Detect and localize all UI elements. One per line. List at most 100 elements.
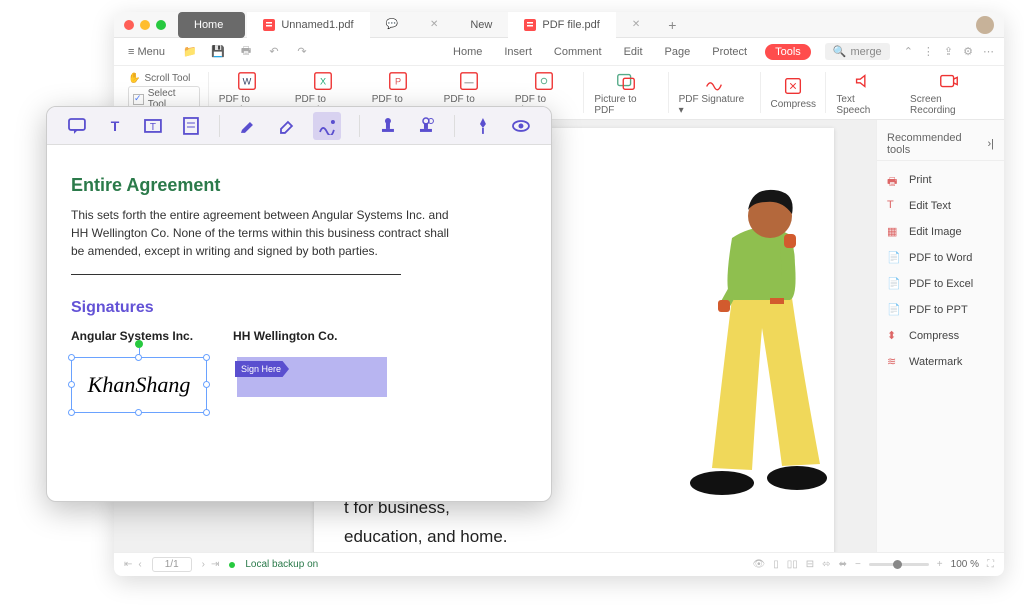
view-facing-icon[interactable]: ▯▯ bbox=[787, 559, 798, 570]
note-tool-icon[interactable] bbox=[181, 116, 201, 136]
fullscreen-icon[interactable]: ⛶ bbox=[987, 559, 994, 570]
minimize-window-button[interactable] bbox=[140, 20, 150, 30]
rotate-handle[interactable] bbox=[135, 340, 143, 348]
menu-comment[interactable]: Comment bbox=[550, 44, 606, 60]
next-page-icon[interactable]: › bbox=[202, 559, 205, 570]
side-watermark[interactable]: ≋Watermark bbox=[877, 349, 1004, 375]
eye-icon[interactable]: 👁 bbox=[753, 559, 766, 570]
side-edit-image[interactable]: ▦Edit Image bbox=[877, 219, 1004, 245]
side-print[interactable]: 🖶Print bbox=[877, 167, 1004, 193]
menu-page[interactable]: Page bbox=[661, 44, 695, 60]
picture-to-pdf-button[interactable]: Picture to PDF bbox=[584, 66, 667, 119]
gear-icon[interactable]: ⚙ bbox=[963, 45, 973, 58]
menu-home[interactable]: Home bbox=[449, 44, 486, 60]
signature-tool-icon[interactable] bbox=[313, 112, 341, 140]
svg-text:P: P bbox=[395, 76, 401, 86]
tab-doc2-close[interactable]: ✕ bbox=[616, 12, 656, 38]
more-icon[interactable]: ⋮ bbox=[923, 45, 934, 58]
print-icon: 🖶 bbox=[887, 173, 901, 187]
view-single-icon[interactable]: ▯ bbox=[773, 559, 779, 570]
resize-handle-s[interactable] bbox=[135, 409, 142, 416]
save-icon[interactable]: 💾 bbox=[211, 45, 225, 59]
fit-width-icon[interactable]: ⬄ bbox=[822, 559, 830, 570]
menu-edit[interactable]: Edit bbox=[620, 44, 647, 60]
side-edit-text[interactable]: TEdit Text bbox=[877, 193, 1004, 219]
menu-protect[interactable]: Protect bbox=[708, 44, 751, 60]
close-icon: ✕ bbox=[632, 19, 640, 30]
resize-handle-se[interactable] bbox=[203, 409, 210, 416]
close-window-button[interactable] bbox=[124, 20, 134, 30]
resize-handle-n[interactable] bbox=[135, 354, 142, 361]
overflow-icon[interactable]: ⋯ bbox=[983, 45, 994, 58]
redo-icon[interactable]: ↷ bbox=[295, 45, 309, 59]
new-tab-button[interactable]: + bbox=[656, 17, 688, 33]
compress-button[interactable]: Compress bbox=[761, 66, 825, 119]
menu-insert[interactable]: Insert bbox=[500, 44, 536, 60]
share-icon[interactable]: ⇪ bbox=[944, 45, 953, 58]
menu-tools[interactable]: Tools bbox=[765, 44, 811, 60]
tab-home[interactable]: Home bbox=[178, 12, 245, 38]
pdf-signature-button[interactable]: PDF Signature ▾ bbox=[669, 66, 760, 119]
collapse-panel-icon[interactable]: ›| bbox=[987, 138, 994, 150]
print-icon[interactable]: 🖶 bbox=[239, 45, 253, 59]
fit-page-icon[interactable]: ⬌ bbox=[839, 559, 847, 570]
excel-icon: X bbox=[312, 70, 334, 92]
tab-doc1[interactable]: Unnamed1.pdf bbox=[247, 12, 369, 38]
screen-recording-button[interactable]: Screen Recording bbox=[900, 66, 998, 119]
side-panel-header: Recommended tools ›| bbox=[877, 128, 1004, 161]
open-icon[interactable]: 📁 bbox=[183, 45, 197, 59]
signatures-heading: Signatures bbox=[71, 299, 527, 317]
tab-doc1-comment[interactable]: 💬 bbox=[370, 12, 414, 38]
highlighter-tool-icon[interactable] bbox=[238, 116, 258, 136]
hand-icon: ✋ bbox=[128, 73, 140, 84]
contract-document: Entire Agreement This sets forth the ent… bbox=[47, 145, 551, 501]
page-indicator[interactable]: 1/1 bbox=[152, 557, 192, 572]
comment-icon: 💬 bbox=[386, 19, 398, 30]
menu-bar: ≡ Menu 📁 💾 🖶 ↶ ↷ Home Insert Comment Edi… bbox=[114, 38, 1004, 66]
text-tool-icon[interactable]: T bbox=[105, 116, 125, 136]
menu-button[interactable]: ≡ Menu bbox=[124, 44, 169, 60]
comment-tool-icon[interactable] bbox=[67, 116, 87, 136]
tab-doc2[interactable]: PDF file.pdf bbox=[508, 12, 615, 38]
resize-handle-w[interactable] bbox=[68, 381, 75, 388]
annotation-window: T T Entire Agreement This sets forth the… bbox=[46, 106, 552, 502]
side-pdf-excel[interactable]: 📄PDF to Excel bbox=[877, 271, 1004, 297]
view-cont-icon[interactable]: ⊟ bbox=[806, 559, 814, 570]
word-icon: 📄 bbox=[887, 251, 901, 265]
resize-handle-ne[interactable] bbox=[203, 354, 210, 361]
text-speech-button[interactable]: Text Speech bbox=[826, 66, 900, 119]
maximize-window-button[interactable] bbox=[156, 20, 166, 30]
resize-handle-e[interactable] bbox=[203, 381, 210, 388]
signature-selection[interactable]: KhanShang bbox=[71, 357, 207, 413]
zoom-in-icon[interactable]: + bbox=[937, 559, 943, 570]
sign-here-flag: Sign Here bbox=[235, 361, 289, 377]
first-page-icon[interactable]: ⇤ bbox=[124, 559, 132, 570]
tab-doc1-close[interactable]: ✕ bbox=[414, 12, 454, 38]
sign-here-field[interactable]: Sign Here bbox=[237, 357, 387, 397]
textbox-tool-icon[interactable]: T bbox=[143, 116, 163, 136]
undo-icon[interactable]: ↶ bbox=[267, 45, 281, 59]
stamp-tool-icon[interactable] bbox=[378, 116, 398, 136]
avatar[interactable] bbox=[976, 16, 994, 34]
zoom-out-icon[interactable]: − bbox=[855, 559, 861, 570]
prev-page-icon[interactable]: ‹ bbox=[138, 559, 141, 570]
visibility-tool-icon[interactable] bbox=[511, 116, 531, 136]
compress-icon bbox=[782, 75, 804, 97]
pic2pdf-icon bbox=[615, 70, 637, 92]
scroll-tool[interactable]: ✋Scroll Tool bbox=[128, 73, 200, 84]
collapse-ribbon-icon[interactable]: ⌃ bbox=[904, 45, 913, 58]
search-input[interactable]: 🔍 merge bbox=[825, 43, 890, 60]
zoom-slider[interactable] bbox=[869, 563, 929, 566]
tab-new[interactable]: New bbox=[454, 12, 508, 38]
resize-handle-sw[interactable] bbox=[68, 409, 75, 416]
side-pdf-word[interactable]: 📄PDF to Word bbox=[877, 245, 1004, 271]
svg-text:X: X bbox=[320, 76, 326, 86]
last-page-icon[interactable]: ⇥ bbox=[211, 559, 219, 570]
side-compress[interactable]: ⬍Compress bbox=[877, 323, 1004, 349]
eraser-tool-icon[interactable] bbox=[276, 116, 296, 136]
ppt-icon: 📄 bbox=[887, 303, 901, 317]
pin-tool-icon[interactable] bbox=[473, 116, 493, 136]
resize-handle-nw[interactable] bbox=[68, 354, 75, 361]
side-pdf-ppt[interactable]: 📄PDF to PPT bbox=[877, 297, 1004, 323]
stamp-approved-icon[interactable] bbox=[416, 116, 436, 136]
